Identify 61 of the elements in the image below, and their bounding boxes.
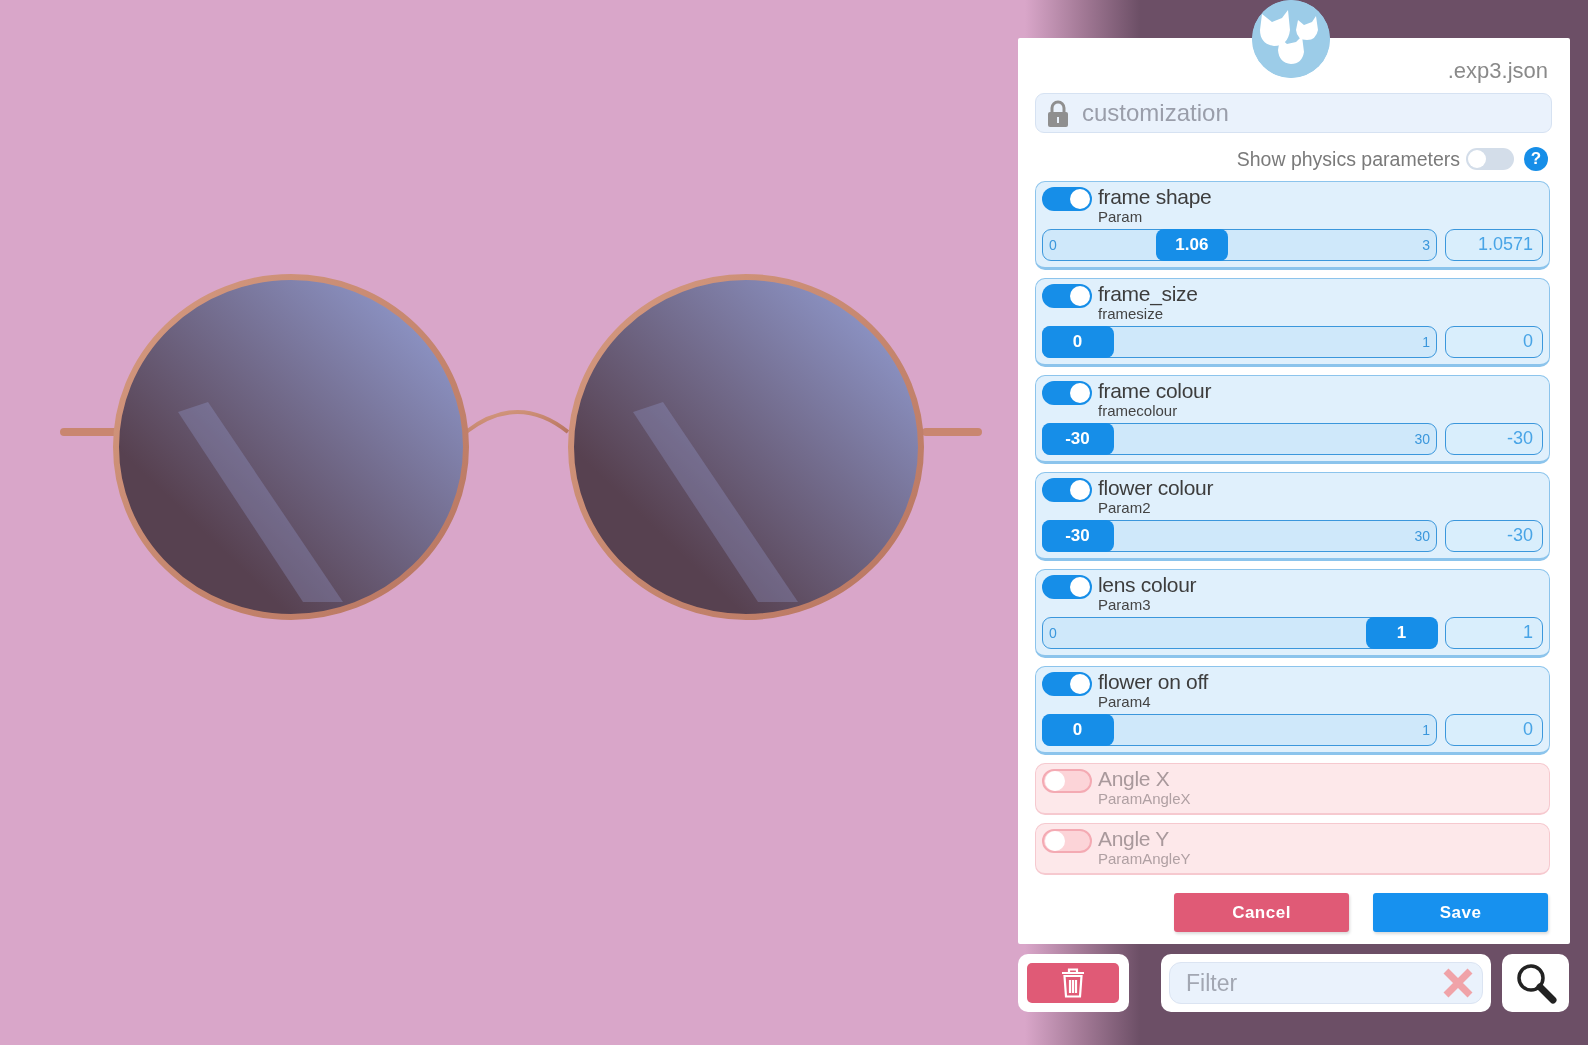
toggle-switch[interactable] <box>1042 284 1092 308</box>
parameter-name: Angle Y <box>1098 828 1171 850</box>
slider-max-label: 1 <box>1422 334 1430 350</box>
slider-track[interactable]: 0 1.06 3 <box>1042 229 1437 261</box>
parameter-id: Param2 <box>1098 499 1152 516</box>
toggle-switch[interactable] <box>1042 829 1092 853</box>
parameter-id: framecolour <box>1098 402 1179 419</box>
parameter-id: framesize <box>1098 305 1164 322</box>
slider-track[interactable]: -30 30 <box>1042 520 1437 552</box>
slider-thumb[interactable]: 0 <box>1041 325 1114 358</box>
delete-button[interactable] <box>1027 963 1119 1003</box>
slider-track[interactable]: -30 30 <box>1042 423 1437 455</box>
filter-field[interactable]: Filter <box>1169 962 1483 1004</box>
toggle-switch[interactable] <box>1042 575 1092 599</box>
parameter-name: frame shape <box>1098 186 1212 208</box>
file-extension-label: .exp3.json <box>1446 59 1548 83</box>
parameter-id: ParamAngleY <box>1098 850 1191 867</box>
slider-min-label: 0 <box>1049 625 1057 641</box>
parameter-name: frame_size <box>1098 283 1198 305</box>
parameter-name: frame colour <box>1098 380 1212 402</box>
parameter-name: flower colour <box>1098 477 1214 499</box>
parameter-id: Param4 <box>1098 693 1152 710</box>
cancel-button[interactable]: Cancel <box>1174 893 1349 932</box>
slider-max-label: 3 <box>1422 237 1430 253</box>
value-field[interactable]: 0 <box>1445 326 1543 358</box>
physics-toggle[interactable] <box>1466 148 1514 170</box>
slider-thumb[interactable]: -30 <box>1041 422 1114 455</box>
parameter-id: Param <box>1098 208 1144 225</box>
toggle-switch[interactable] <box>1042 478 1092 502</box>
value-field[interactable]: -30 <box>1445 423 1543 455</box>
toggle-switch[interactable] <box>1042 769 1092 793</box>
slider-track[interactable]: 0 1 <box>1042 326 1437 358</box>
value-field[interactable]: 1.0571 <box>1445 229 1543 261</box>
toggle-switch[interactable] <box>1042 672 1092 696</box>
physics-toggle-label: Show physics parameters <box>1236 147 1460 171</box>
slider-thumb[interactable]: -30 <box>1041 519 1114 552</box>
slider-min-label: 0 <box>1049 237 1057 253</box>
slider-track[interactable]: 0 1 <box>1042 617 1437 649</box>
help-button[interactable]: ? <box>1524 147 1548 171</box>
slider-track[interactable]: 0 1 <box>1042 714 1437 746</box>
clear-icon[interactable] <box>1442 967 1474 999</box>
slider-thumb[interactable]: 0 <box>1041 713 1114 746</box>
slider-max-label: 1 <box>1422 722 1430 738</box>
save-button[interactable]: Save <box>1373 893 1548 932</box>
parameter-id: ParamAngleX <box>1098 790 1191 807</box>
toggle-switch[interactable] <box>1042 187 1092 211</box>
parameter-id: Param3 <box>1098 596 1152 613</box>
slider-max-label: 30 <box>1414 528 1430 544</box>
trash-icon <box>1060 968 1086 998</box>
slider-thumb[interactable]: 1.06 <box>1155 228 1228 261</box>
parameter-name: Angle X <box>1098 768 1171 790</box>
toggle-switch[interactable] <box>1042 381 1092 405</box>
slider-max-label: 30 <box>1414 431 1430 447</box>
slider-thumb[interactable]: 1 <box>1365 616 1438 649</box>
value-field[interactable]: 1 <box>1445 617 1543 649</box>
value-field[interactable]: -30 <box>1445 520 1543 552</box>
parameter-name: lens colour <box>1098 574 1197 596</box>
search-icon[interactable] <box>1514 962 1557 1004</box>
name-field[interactable]: customization <box>1035 93 1552 133</box>
parameter-name: flower on off <box>1098 671 1209 693</box>
value-field[interactable]: 0 <box>1445 714 1543 746</box>
